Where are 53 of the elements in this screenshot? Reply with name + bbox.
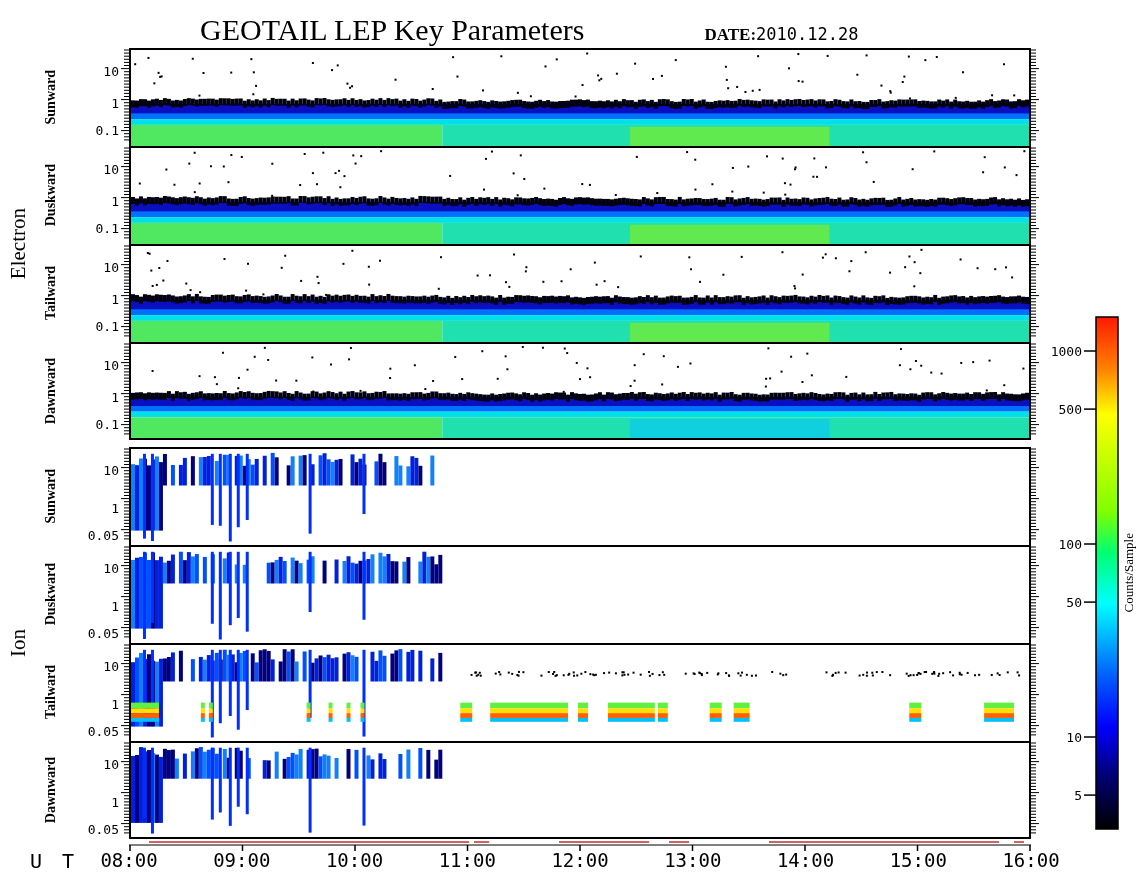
axis-tick-label: 0.1 bbox=[95, 123, 119, 137]
axis-tick-label: 0.1 bbox=[95, 221, 119, 235]
axis-tick-label: 1 bbox=[111, 599, 119, 613]
colorbar-tick-label: 100 bbox=[1058, 536, 1082, 552]
colorbar-tick-label: 50 bbox=[1066, 594, 1082, 610]
date-label: DATE:2010.12.28 bbox=[704, 26, 859, 45]
panel-label: Dawnward bbox=[44, 756, 58, 824]
group-label: Ion bbox=[7, 629, 29, 657]
axis-tick-label: 10 bbox=[103, 358, 119, 372]
colorbar-tick-label: 5 bbox=[1074, 787, 1082, 803]
axis-tick-label: 10 bbox=[103, 260, 119, 274]
axis-tick-label: 1 bbox=[111, 697, 119, 711]
axis-tick-label: 10 bbox=[103, 463, 119, 477]
axis-tick-label: 0.05 bbox=[87, 822, 119, 836]
axis-tick-label: 1 bbox=[111, 390, 119, 404]
panel-label: Dawnward bbox=[44, 357, 58, 425]
colorbar-tick-label: 10 bbox=[1066, 729, 1082, 745]
time-axis-label: U T bbox=[30, 849, 79, 873]
axis-tick-label: 0.1 bbox=[95, 417, 119, 431]
time-tick-label: 12:00 bbox=[551, 851, 609, 870]
axis-tick-label: 10 bbox=[103, 757, 119, 771]
time-tick-label: 14:00 bbox=[776, 851, 835, 870]
time-tick-label: 10:00 bbox=[325, 851, 384, 870]
panel-label: Tailward bbox=[44, 665, 58, 719]
axis-tick-label: 0.05 bbox=[87, 724, 119, 738]
panel-label: Duskward bbox=[44, 163, 58, 227]
colorbar-label: Counts/Sample bbox=[1122, 533, 1135, 613]
axis-tick-label: 0.05 bbox=[87, 528, 119, 542]
axis-tick-label: 1 bbox=[111, 96, 119, 110]
colorbar-tick-label: 1000 bbox=[1050, 343, 1082, 359]
panel-label: Sunward bbox=[44, 468, 58, 524]
time-tick-label: 08:00 bbox=[100, 851, 158, 870]
colorbar-tick-label: 500 bbox=[1058, 401, 1082, 417]
axis-tick-label: 10 bbox=[103, 659, 119, 673]
time-tick-label: 13:00 bbox=[664, 851, 722, 870]
panel-label: Tailward bbox=[44, 266, 58, 320]
time-tick-label: 11:00 bbox=[438, 851, 496, 870]
axis-tick-label: 10 bbox=[103, 561, 119, 575]
panel-label: Duskward bbox=[44, 562, 58, 626]
axis-tick-label: 10 bbox=[103, 162, 119, 176]
time-tick-label: 16:00 bbox=[1002, 851, 1060, 870]
axis-tick-label: 0.05 bbox=[87, 626, 119, 640]
axis-tick-label: 10 bbox=[103, 64, 119, 78]
time-tick-label: 15:00 bbox=[889, 851, 947, 870]
axis-tick-label: 0.1 bbox=[95, 319, 119, 333]
axis-tick-label: 1 bbox=[111, 501, 119, 515]
time-tick-label: 09:00 bbox=[213, 851, 271, 870]
panel-label: Sunward bbox=[44, 69, 58, 125]
group-label: Electron bbox=[7, 208, 29, 280]
plot-title: GEOTAIL LEP Key Parameters bbox=[200, 15, 585, 45]
axis-tick-label: 1 bbox=[111, 795, 119, 809]
axis-tick-label: 1 bbox=[111, 194, 119, 208]
axis-tick-label: 1 bbox=[111, 292, 119, 306]
